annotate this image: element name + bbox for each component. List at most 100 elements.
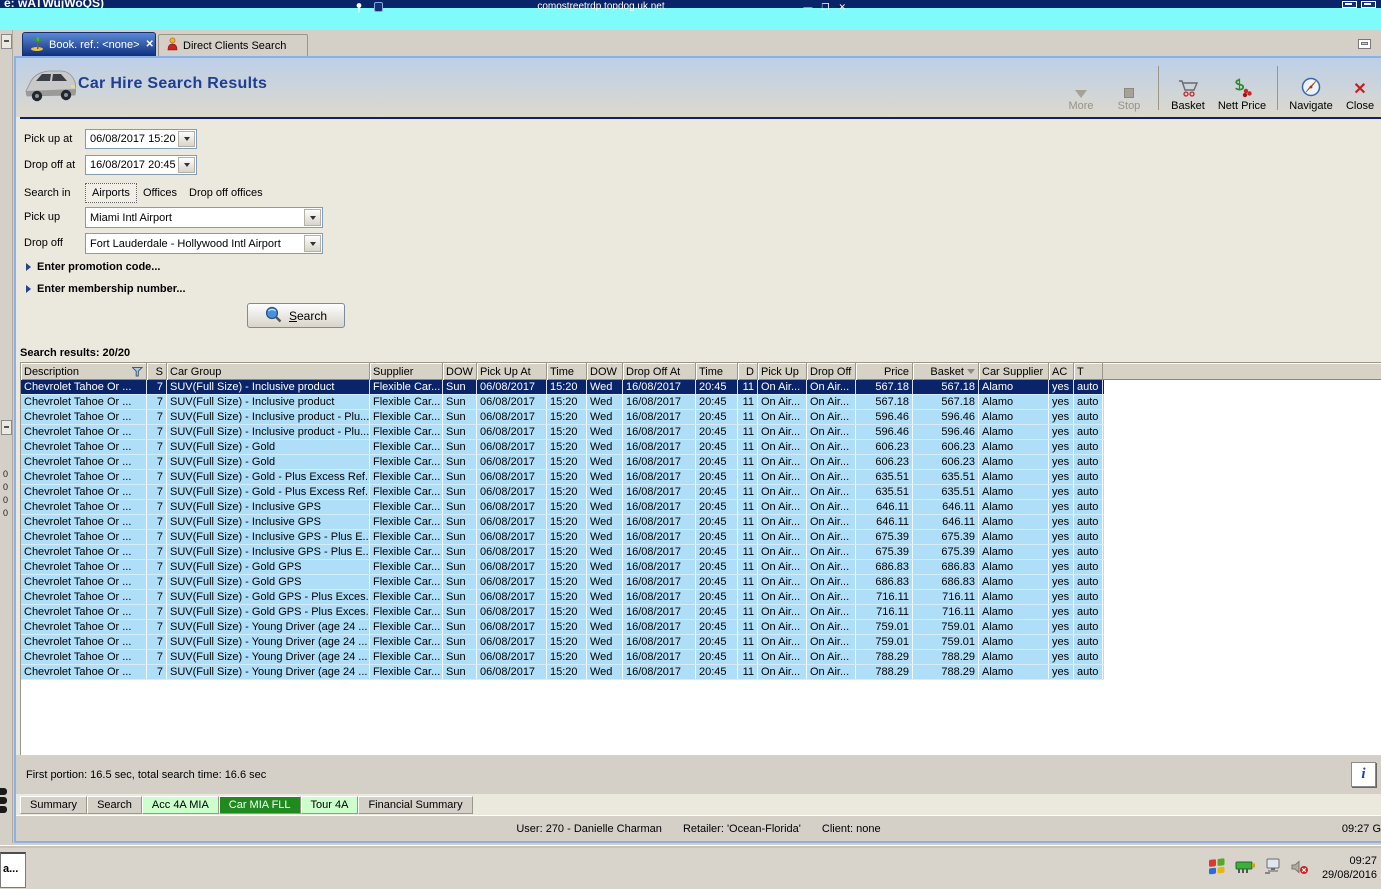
result-row[interactable]: Chevrolet Tahoe Or ... 7 SUV(Full Size) - … xyxy=(21,440,1104,455)
search-in-airports[interactable]: Airports xyxy=(85,183,137,203)
column-header-supplier[interactable]: Supplier xyxy=(370,363,443,380)
tabbar-minimize-icon[interactable] xyxy=(1358,39,1371,49)
antivirus-icon[interactable] xyxy=(1208,857,1226,879)
column-header-dow1[interactable]: DOW xyxy=(443,363,477,380)
info-button[interactable]: i xyxy=(1351,762,1376,787)
pickup-at-field[interactable]: 06/08/2017 15:20 xyxy=(85,129,197,149)
column-header-time1[interactable]: Time xyxy=(547,363,587,380)
result-row[interactable]: Chevrolet Tahoe Or ... 7 SUV(Full Size) - … xyxy=(21,605,1104,620)
search-button[interactable]: Search xyxy=(247,303,345,328)
tab-close-icon[interactable]: ✕ xyxy=(146,39,154,50)
column-header-t[interactable]: T xyxy=(1074,363,1103,380)
search-in-dropoff-offices[interactable]: Drop off offices xyxy=(183,183,269,203)
column-header-ac[interactable]: AC xyxy=(1049,363,1074,380)
column-header-dow2[interactable]: DOW xyxy=(587,363,623,380)
cell-car_group: SUV(Full Size) - Inclusive product xyxy=(167,395,370,409)
cell-price: 686.83 xyxy=(856,560,913,574)
dropoff-at-field[interactable]: 16/08/2017 20:45 xyxy=(85,155,197,175)
column-header-car_group[interactable]: Car Group xyxy=(167,363,370,380)
dropoff-field[interactable]: Fort Lauderdale - Hollywood Intl Airport xyxy=(85,233,323,254)
cell-description: Chevrolet Tahoe Or ... xyxy=(21,545,147,559)
cell-price: 635.51 xyxy=(856,470,913,484)
tab-acc-4a-mia[interactable]: Acc 4A MIA xyxy=(141,796,219,814)
cell-ac: yes xyxy=(1049,575,1074,589)
column-header-d[interactable]: D xyxy=(738,363,758,380)
result-row[interactable]: Chevrolet Tahoe Or ... 7 SUV(Full Size) - … xyxy=(21,590,1104,605)
result-row[interactable]: Chevrolet Tahoe Or ... 7 SUV(Full Size) - … xyxy=(21,425,1104,440)
cell-ac: yes xyxy=(1049,395,1074,409)
column-header-dropoff[interactable]: Drop Off xyxy=(807,363,856,380)
pickup-field[interactable]: Miami Intl Airport xyxy=(85,207,323,228)
column-header-price[interactable]: Price xyxy=(856,363,913,380)
result-row[interactable]: Chevrolet Tahoe Or ... 7 SUV(Full Size) - … xyxy=(21,515,1104,530)
os-maximize-button[interactable] xyxy=(1361,1,1376,8)
volume-muted-icon[interactable] xyxy=(1291,859,1309,878)
tab-summary[interactable]: Summary xyxy=(20,796,88,814)
column-header-dropoff_at[interactable]: Drop Off At xyxy=(623,363,696,380)
result-row[interactable]: Chevrolet Tahoe Or ... 7 SUV(Full Size) - … xyxy=(21,560,1104,575)
cell-pickup_at: 06/08/2017 xyxy=(477,590,547,604)
rdp-restore-button[interactable]: ❐ xyxy=(821,0,829,14)
result-row[interactable]: Chevrolet Tahoe Or ... 7 SUV(Full Size) - … xyxy=(21,650,1104,665)
os-minimize-button[interactable] xyxy=(1342,1,1357,8)
cell-car_group: SUV(Full Size) - Gold GPS - Plus Exces..… xyxy=(167,605,370,619)
column-header-pickup[interactable]: Pick Up xyxy=(758,363,807,380)
result-row[interactable]: Chevrolet Tahoe Or ... 7 SUV(Full Size) - … xyxy=(21,455,1104,470)
cell-pickup_at: 06/08/2017 xyxy=(477,485,547,499)
pickup-dropdown-icon[interactable] xyxy=(304,209,321,226)
nett-price-button[interactable]: Nett Price xyxy=(1212,64,1272,114)
more-button[interactable]: More xyxy=(1057,64,1105,114)
dropoff-at-dropdown-icon[interactable] xyxy=(178,157,195,173)
result-row[interactable]: Chevrolet Tahoe Or ... 7 SUV(Full Size) - … xyxy=(21,545,1104,560)
column-header-pickup_at[interactable]: Pick Up At xyxy=(477,363,547,380)
promotion-code-expander[interactable]: Enter promotion code... xyxy=(26,261,160,273)
column-header-s[interactable]: S xyxy=(147,363,167,380)
tab-direct-clients-search[interactable]: Direct Clients Search xyxy=(158,34,308,56)
close-button[interactable]: ✕ Close xyxy=(1339,64,1381,114)
search-in-offices[interactable]: Offices xyxy=(137,183,183,203)
taskbar-item[interactable]: a... xyxy=(0,852,26,888)
pickup-at-dropdown-icon[interactable] xyxy=(178,131,195,147)
result-row[interactable]: Chevrolet Tahoe Or ... 7 SUV(Full Size) - … xyxy=(21,380,1104,395)
cell-supplier: Flexible Car... xyxy=(370,650,443,664)
tab-search[interactable]: Search xyxy=(87,796,142,814)
tab-tour-4a[interactable]: Tour 4A xyxy=(300,796,359,814)
column-header-description[interactable]: Description xyxy=(21,363,147,380)
network-status-icon[interactable] xyxy=(1264,858,1282,878)
cell-pickup_at: 06/08/2017 xyxy=(477,605,547,619)
cell-s: 7 xyxy=(147,455,167,469)
cell-car_supplier: Alamo xyxy=(979,530,1049,544)
result-row[interactable]: Chevrolet Tahoe Or ... 7 SUV(Full Size) - … xyxy=(21,575,1104,590)
network-adapter-icon[interactable] xyxy=(1235,860,1255,877)
result-row[interactable]: Chevrolet Tahoe Or ... 7 SUV(Full Size) - … xyxy=(21,395,1104,410)
basket-button[interactable]: Basket xyxy=(1164,64,1212,114)
cell-dow1: Sun xyxy=(443,590,477,604)
filter-icon[interactable] xyxy=(132,366,143,377)
result-row[interactable]: Chevrolet Tahoe Or ... 7 SUV(Full Size) - … xyxy=(21,485,1104,500)
cell-basket: 788.29 xyxy=(913,650,979,664)
result-row[interactable]: Chevrolet Tahoe Or ... 7 SUV(Full Size) - … xyxy=(21,410,1104,425)
cell-time1: 15:20 xyxy=(547,575,587,589)
result-row[interactable]: Chevrolet Tahoe Or ... 7 SUV(Full Size) - … xyxy=(21,620,1104,635)
tab-booking-ref[interactable]: Book. ref.: <none> ✕ xyxy=(22,32,156,56)
left-dock-button[interactable] xyxy=(1,420,12,435)
rdp-minimize-button[interactable]: — xyxy=(803,0,812,14)
dropoff-dropdown-icon[interactable] xyxy=(304,235,321,252)
column-header-car_supplier[interactable]: Car Supplier xyxy=(979,363,1049,380)
cell-car_group: SUV(Full Size) - Gold xyxy=(167,455,370,469)
result-row[interactable]: Chevrolet Tahoe Or ... 7 SUV(Full Size) - … xyxy=(21,500,1104,515)
result-row[interactable]: Chevrolet Tahoe Or ... 7 SUV(Full Size) - … xyxy=(21,470,1104,485)
tab-financial-summary[interactable]: Financial Summary xyxy=(358,796,473,814)
column-header-basket[interactable]: Basket xyxy=(913,363,979,380)
cell-s: 7 xyxy=(147,410,167,424)
column-header-time2[interactable]: Time xyxy=(696,363,738,380)
stop-button[interactable]: Stop xyxy=(1105,64,1153,114)
navigate-button[interactable]: Navigate xyxy=(1283,64,1339,114)
tabbar-left-button[interactable] xyxy=(1,34,12,49)
result-row[interactable]: Chevrolet Tahoe Or ... 7 SUV(Full Size) - … xyxy=(21,530,1104,545)
membership-number-expander[interactable]: Enter membership number... xyxy=(26,283,186,295)
result-row[interactable]: Chevrolet Tahoe Or ... 7 SUV(Full Size) - … xyxy=(21,665,1104,680)
rdp-close-button[interactable]: ✕ xyxy=(838,0,846,14)
tab-car-mia-fll[interactable]: Car MIA FLL xyxy=(218,796,301,814)
result-row[interactable]: Chevrolet Tahoe Or ... 7 SUV(Full Size) - … xyxy=(21,635,1104,650)
